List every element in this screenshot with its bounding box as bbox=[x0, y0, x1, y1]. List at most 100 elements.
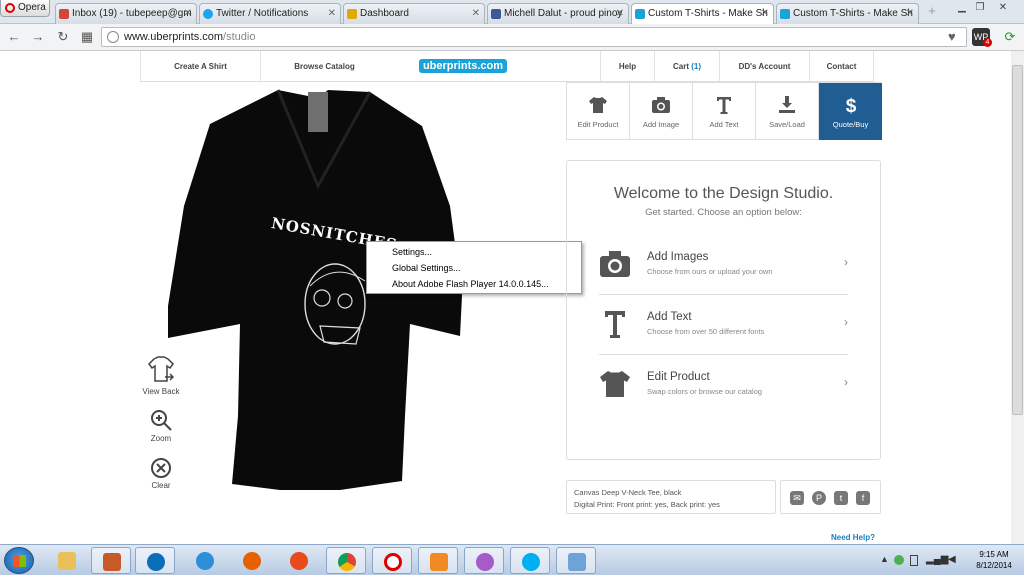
tab-save-load[interactable]: Save/Load bbox=[756, 83, 819, 140]
tab-facebook[interactable]: Michell Dalut - proud pinoy ✕ bbox=[487, 3, 629, 24]
tshirt-icon bbox=[600, 371, 630, 397]
tab-dashboard[interactable]: Dashboard ✕ bbox=[343, 3, 485, 24]
start-button[interactable] bbox=[4, 547, 34, 574]
studio-tool-tabs: Edit Product Add Image Add Text Save/Loa… bbox=[566, 82, 882, 140]
zoom-button[interactable]: Zoom bbox=[131, 408, 191, 443]
tab-uberprints[interactable]: Custom T-Shirts - Make Sh ✕ bbox=[776, 3, 919, 24]
opera-logo-icon bbox=[5, 3, 15, 13]
clear-button[interactable]: Clear bbox=[131, 457, 191, 490]
folder-icon bbox=[58, 552, 76, 570]
tab-close-icon[interactable]: ✕ bbox=[761, 4, 769, 23]
nav-browse-catalog[interactable]: Browse Catalog bbox=[260, 51, 388, 82]
app-icon bbox=[476, 553, 494, 571]
update-icon[interactable]: ⟳ bbox=[1001, 28, 1019, 46]
taskbar-app[interactable] bbox=[91, 547, 131, 574]
context-menu-global-settings[interactable]: Global Settings... bbox=[367, 261, 581, 277]
tab-quote-buy[interactable]: $ Quote/Buy bbox=[819, 83, 882, 140]
tab-add-image[interactable]: Add Image bbox=[630, 83, 693, 140]
reload-icon[interactable]: ↻ bbox=[55, 28, 71, 46]
chevron-right-icon: › bbox=[844, 315, 848, 329]
tray-expand-icon[interactable]: ▲ bbox=[880, 554, 889, 564]
email-share-icon[interactable]: ✉ bbox=[790, 491, 804, 505]
tab-close-icon[interactable]: ✕ bbox=[616, 4, 624, 23]
media-player-icon bbox=[430, 553, 448, 571]
context-menu-settings[interactable]: Settings... bbox=[367, 245, 581, 261]
taskbar-clock[interactable]: 9:15 AM 8/12/2014 bbox=[968, 549, 1020, 571]
nav-help[interactable]: Help bbox=[600, 51, 654, 82]
windows-logo-icon bbox=[13, 555, 26, 567]
tab-edit-product[interactable]: Edit Product bbox=[567, 83, 630, 140]
view-back-button[interactable]: View Back bbox=[131, 355, 191, 396]
tab-close-icon[interactable]: ✕ bbox=[906, 4, 914, 23]
app-icon bbox=[103, 553, 121, 571]
opera-menu-button[interactable]: Opera bbox=[0, 0, 50, 17]
text-t-icon bbox=[605, 311, 625, 338]
welcome-title: Welcome to the Design Studio. bbox=[613, 185, 834, 202]
tab-gmail[interactable]: Inbox (19) - tubepeep@gm ✕ bbox=[55, 3, 197, 24]
scrollbar-thumb[interactable] bbox=[1012, 65, 1023, 415]
volume-icon[interactable]: ◀ bbox=[948, 554, 956, 565]
taskbar-opera[interactable] bbox=[372, 547, 412, 574]
taskbar-paint[interactable] bbox=[556, 547, 596, 574]
chrome-icon bbox=[338, 553, 356, 571]
bookmark-heart-icon[interactable]: ♥ bbox=[948, 29, 956, 44]
option-add-text[interactable]: Add Text Choose from over 50 different f… bbox=[599, 295, 848, 355]
tab-close-icon[interactable]: ✕ bbox=[184, 4, 192, 23]
uberprints-logo[interactable]: uberprints.com bbox=[388, 59, 538, 73]
back-icon[interactable]: ← bbox=[6, 28, 22, 46]
welcome-panel: Welcome to the Design Studio. Get starte… bbox=[566, 160, 881, 460]
gmail-icon bbox=[59, 9, 69, 19]
internet-explorer-icon bbox=[196, 552, 214, 570]
share-buttons: ✉ P t f bbox=[780, 480, 881, 514]
nav-account[interactable]: DD's Account bbox=[719, 51, 809, 82]
option-edit-product[interactable]: Edit Product Swap colors or browse our c… bbox=[599, 355, 848, 415]
tab-uberprints-active[interactable]: Custom T-Shirts - Make Sh ✕ bbox=[631, 3, 774, 24]
product-info-box: Canvas Deep V-Neck Tee, black Digital Pr… bbox=[566, 480, 776, 514]
tab-add-text[interactable]: Add Text bbox=[693, 83, 756, 140]
nav-contact[interactable]: Contact bbox=[809, 51, 874, 82]
shirt-flip-icon bbox=[148, 356, 175, 382]
taskbar-app3[interactable] bbox=[464, 547, 504, 574]
pinterest-share-icon[interactable]: P bbox=[812, 491, 826, 505]
tab-close-icon[interactable]: ✕ bbox=[328, 4, 336, 23]
context-menu-about-flash[interactable]: About Adobe Flash Player 14.0.0.145... bbox=[367, 277, 581, 293]
browser-tab-strip: Opera Inbox (19) - tubepeep@gm ✕ Twitter … bbox=[0, 0, 1024, 24]
page-scrollbar[interactable] bbox=[1011, 51, 1024, 544]
taskbar-explorer[interactable] bbox=[47, 547, 87, 574]
firefox-icon bbox=[243, 552, 261, 570]
taskbar-ie[interactable] bbox=[185, 547, 225, 574]
tshirt-icon bbox=[589, 97, 607, 113]
taskbar-chrome[interactable] bbox=[326, 547, 366, 574]
twitter-share-icon[interactable]: t bbox=[834, 491, 848, 505]
nav-cart[interactable]: Cart (1) bbox=[654, 51, 719, 82]
tab-twitter[interactable]: Twitter / Notifications ✕ bbox=[199, 3, 341, 24]
forward-icon[interactable]: → bbox=[30, 28, 46, 46]
welcome-subtitle: Get started. Choose an option below: bbox=[645, 207, 802, 218]
taskbar-media[interactable] bbox=[418, 547, 458, 574]
restore-icon[interactable]: ❐ bbox=[972, 1, 988, 15]
network-signal-icon[interactable]: ▂▄▆ bbox=[926, 554, 948, 565]
speed-dial-icon[interactable]: ▦ bbox=[79, 28, 95, 46]
minimize-icon[interactable]: ▁ bbox=[954, 1, 970, 15]
taskbar-firefox[interactable] bbox=[232, 547, 272, 574]
nav-create-a-shirt[interactable]: Create A Shirt bbox=[140, 51, 260, 82]
tray-status-icon[interactable] bbox=[894, 555, 904, 565]
new-tab-button[interactable]: + bbox=[925, 4, 939, 19]
flame-icon bbox=[290, 552, 308, 570]
taskbar-skype[interactable] bbox=[510, 547, 550, 574]
clear-x-icon bbox=[151, 458, 171, 478]
dashboard-icon bbox=[347, 9, 357, 19]
chevron-right-icon: › bbox=[844, 375, 848, 389]
battery-icon[interactable] bbox=[910, 555, 918, 566]
globe-icon bbox=[107, 31, 119, 43]
facebook-share-icon[interactable]: f bbox=[856, 491, 870, 505]
svg-text:$: $ bbox=[845, 96, 856, 115]
address-field[interactable]: www.uberprints.com/studio bbox=[101, 27, 967, 47]
taskbar-app2[interactable] bbox=[279, 547, 319, 574]
need-help-link[interactable]: Need Help? bbox=[831, 533, 875, 542]
hp-icon bbox=[147, 553, 165, 571]
close-window-icon[interactable]: ✕ bbox=[995, 1, 1011, 15]
tab-close-icon[interactable]: ✕ bbox=[472, 4, 480, 23]
taskbar-hp[interactable] bbox=[135, 547, 175, 574]
option-add-images[interactable]: Add Images Choose from ours or upload yo… bbox=[599, 235, 848, 295]
